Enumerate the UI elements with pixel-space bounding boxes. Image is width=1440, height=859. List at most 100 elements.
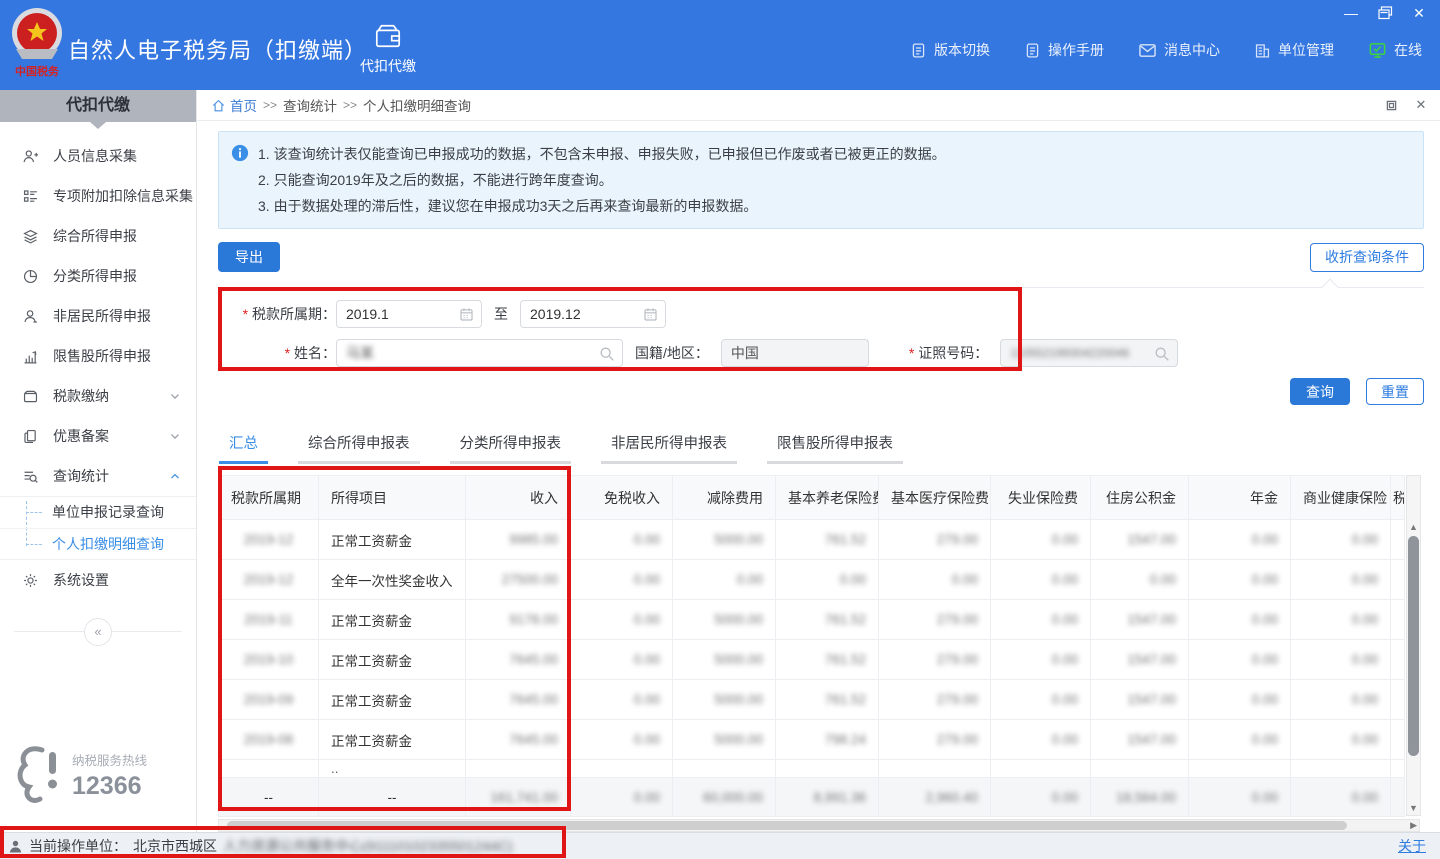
tab[interactable]: 非居民所得申报表 xyxy=(601,432,737,464)
collapse-query-button[interactable]: 收折查询条件 xyxy=(1310,243,1424,272)
table-row[interactable]: 2019-11 正常工资薪金 9178.00 0.00 5000.00 761.… xyxy=(219,600,1405,640)
cell-health: 0.00 xyxy=(1291,680,1391,720)
cell-income-item: 正常工资薪金 xyxy=(319,640,466,680)
search-icon[interactable] xyxy=(1153,345,1171,363)
user-icon xyxy=(8,839,23,854)
about-link[interactable]: 关于 xyxy=(1398,836,1426,856)
panel-controls: ✕ xyxy=(1384,98,1428,112)
cell-income: 9178.00 xyxy=(466,600,571,640)
cell-cut xyxy=(1391,520,1405,560)
name-input[interactable]: 马某 xyxy=(336,339,623,367)
sidebar-item-restricted-shares[interactable]: 限售股所得申报 xyxy=(0,336,196,376)
sidebar-item-tax-payment[interactable]: 税款缴纳 xyxy=(0,376,196,416)
minimize-button[interactable]: — xyxy=(1340,4,1362,22)
col-unemployment: 失业保险费 xyxy=(991,476,1091,520)
sidebar-item-comprehensive-income[interactable]: 综合所得申报 xyxy=(0,216,196,256)
panel-close-icon[interactable]: ✕ xyxy=(1414,98,1428,112)
horizontal-scrollbar[interactable]: ▶ xyxy=(218,819,1420,832)
cell-pension xyxy=(776,760,879,778)
cell-annuity: 0.00 xyxy=(1189,600,1291,640)
module-tab-label: 代扣代缴 xyxy=(360,56,416,76)
menu-online-status[interactable]: 在线 xyxy=(1368,40,1422,60)
sidebar-item-special-deduction[interactable]: 专项附加扣除信息采集 xyxy=(0,176,196,216)
table-row[interactable]: 2019-09 正常工资薪金 7645.00 0.00 5000.00 761.… xyxy=(219,680,1405,720)
module-tab-withholding[interactable]: 代扣代缴 xyxy=(348,22,428,76)
horizontal-scroll-thumb[interactable] xyxy=(227,821,1347,830)
panel-maximize-icon[interactable] xyxy=(1384,98,1398,112)
tab[interactable]: 分类所得申报表 xyxy=(450,432,572,464)
cell-cut xyxy=(1391,600,1405,640)
sidebar: 代扣代缴 人员信息采集 专项附加扣除信息采集 综合所得申报 分类所得申报 非居民… xyxy=(0,90,197,832)
main-area: 首页 >> 查询统计 >> 个人扣缴明细查询 ✕ 1. 该查询统计表仅能查询已申… xyxy=(197,90,1440,832)
search-icon[interactable] xyxy=(598,345,616,363)
vertical-scrollbar[interactable]: ▲ ▼ xyxy=(1406,475,1421,816)
cell-health: 0.00 xyxy=(1291,640,1391,680)
tab[interactable]: 综合所得申报表 xyxy=(298,432,420,464)
breadcrumb-home[interactable]: 首页 xyxy=(211,95,257,115)
menu-version-switch[interactable]: 版本切换 xyxy=(910,40,990,60)
cell-taxfree: 0.00 xyxy=(571,720,673,760)
breadcrumb-query-statistics[interactable]: 查询统计 xyxy=(283,95,337,115)
cell-pension: 761.52 xyxy=(776,520,879,560)
sidebar-subitem[interactable]: 单位申报记录查询 xyxy=(0,497,196,528)
sidebar-item-label: 人员信息采集 xyxy=(53,146,137,166)
sidebar-item-personnel-info[interactable]: 人员信息采集 xyxy=(0,136,196,176)
sidebar-item-classified-income[interactable]: 分类所得申报 xyxy=(0,256,196,296)
cell-income-item: .. xyxy=(319,760,466,778)
sidebar-collapse-button[interactable]: « xyxy=(84,618,112,646)
cell-taxfree: 0.00 xyxy=(571,560,673,600)
cell-income-item: 正常工资薪金 xyxy=(319,520,466,560)
cell-housing: 1547.00 xyxy=(1091,720,1189,760)
cell-unemployment: 0.00 xyxy=(991,720,1091,760)
cell-period: 2019-08 xyxy=(219,720,319,760)
cell-pension: 0.00 xyxy=(776,560,879,600)
sidebar-menu: 人员信息采集 专项附加扣除信息采集 综合所得申报 分类所得申报 非居民所得申报 … xyxy=(0,122,196,646)
sidebar-submenu: 单位申报记录查询 个人扣缴明细查询 xyxy=(0,496,196,560)
tab[interactable]: 限售股所得申报表 xyxy=(767,432,903,464)
col-health-insurance: 商业健康保险 xyxy=(1291,476,1391,520)
table-row[interactable]: 2019-12 正常工资薪金 9985.00 0.00 5000.00 761.… xyxy=(219,520,1405,560)
cell-health: 0.00 xyxy=(1291,720,1391,760)
sidebar-item-query-statistics[interactable]: 查询统计 xyxy=(0,456,196,496)
table-row[interactable]: 2019-10 正常工资薪金 7645.00 0.00 5000.00 761.… xyxy=(219,640,1405,680)
scroll-up-arrow[interactable]: ▲ xyxy=(1407,520,1420,534)
scroll-right-arrow[interactable]: ▶ xyxy=(1410,820,1417,831)
cell-income-item: -- xyxy=(319,778,466,817)
period-to-input[interactable]: 2019.12 xyxy=(520,300,666,328)
table-row[interactable]: 2019-08 正常工资薪金 7645.00 0.00 5000.00 798.… xyxy=(219,720,1405,760)
sidebar-item-label: 查询统计 xyxy=(53,466,109,486)
vertical-scroll-thumb[interactable] xyxy=(1408,536,1419,756)
result-tabs: 汇总 综合所得申报表 分类所得申报表 非居民所得申报表 限售股所得申报表 xyxy=(218,432,1424,464)
cell-medical: 279.00 xyxy=(879,520,991,560)
table-row[interactable]: .. xyxy=(219,760,1405,778)
calendar-icon[interactable] xyxy=(642,306,659,323)
document-icon xyxy=(910,42,927,59)
sidebar-item-preferential-filing[interactable]: 优惠备案 xyxy=(0,416,196,456)
restore-button[interactable] xyxy=(1374,4,1396,22)
notice-line-2: 2. 只能查询2019年及之后的数据，不能进行跨年度查询。 xyxy=(258,167,946,193)
current-unit: 当前操作单位：北京市西城区人力资源公共服务中心(9111010233550124… xyxy=(8,836,513,856)
tab[interactable]: 汇总 xyxy=(219,432,268,464)
sidebar-item-nonresident-income[interactable]: 非居民所得申报 xyxy=(0,296,196,336)
cell-taxfree xyxy=(571,760,673,778)
search-button[interactable]: 查询 xyxy=(1290,378,1350,405)
sidebar-item-system-settings[interactable]: 系统设置 xyxy=(0,560,196,600)
id-number-input[interactable]: 110552199304220046 xyxy=(1000,339,1178,367)
menu-unit-management[interactable]: 单位管理 xyxy=(1254,40,1334,60)
cell-annuity: 0.00 xyxy=(1189,680,1291,720)
menu-message-center[interactable]: 消息中心 xyxy=(1138,40,1220,60)
table-row[interactable]: 2019-12 全年一次性奖金收入 27500.00 0.00 0.00 0.0… xyxy=(219,560,1405,600)
close-button[interactable]: ✕ xyxy=(1408,4,1430,22)
menu-user-manual[interactable]: 操作手册 xyxy=(1024,40,1104,60)
nationality-value: 中国 xyxy=(731,343,759,363)
cell-housing: 0.00 xyxy=(1091,560,1189,600)
scroll-down-arrow[interactable]: ▼ xyxy=(1407,801,1420,815)
calendar-icon[interactable] xyxy=(458,306,475,323)
cell-cut xyxy=(1391,560,1405,600)
sidebar-subitem[interactable]: 个人扣缴明细查询 xyxy=(0,528,196,559)
export-button[interactable]: 导出 xyxy=(218,242,280,272)
table-row[interactable]: -- -- 161,741.00 0.00 60,000.00 8,991.36… xyxy=(219,778,1405,817)
reset-button[interactable]: 重置 xyxy=(1366,378,1424,405)
period-from-input[interactable]: 2019.1 xyxy=(336,300,482,328)
cell-deduction: 5000.00 xyxy=(673,600,776,640)
